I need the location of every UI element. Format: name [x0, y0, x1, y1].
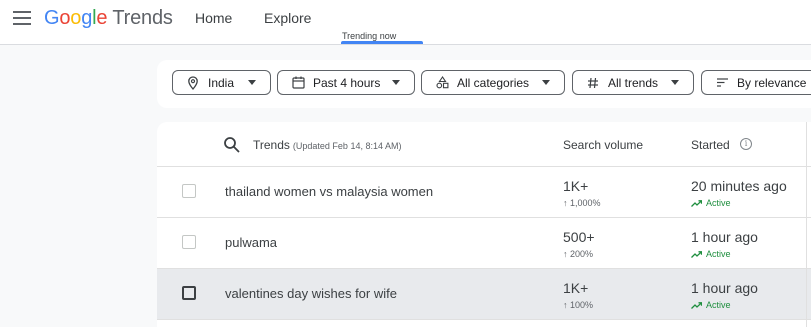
column-header-search-volume[interactable]: Search volume [563, 138, 643, 152]
active-status: Active [691, 300, 731, 310]
trending-up-icon [691, 199, 702, 207]
trending-up-icon [691, 250, 702, 258]
updated-timestamp: (Updated Feb 14, 8:14 AM) [292, 141, 402, 151]
trends-table: Trends (Updated Feb 14, 8:14 AM) Search v… [157, 122, 811, 327]
table-row[interactable]: valentines day wishes for wife 1K+ ↑ 100… [157, 269, 811, 320]
search-icon[interactable] [223, 136, 241, 154]
row-checkbox[interactable] [182, 235, 196, 249]
location-pin-icon [186, 75, 200, 90]
filter-time-range[interactable]: Past 4 hours [277, 70, 415, 95]
table-row[interactable]: thailand women vs malaysia women 1K+ ↑ 1… [157, 167, 811, 218]
categories-icon [435, 76, 449, 90]
chevron-down-icon [248, 80, 256, 85]
sort-icon [715, 76, 729, 90]
started-time: 1 hour ago [691, 280, 758, 296]
sort-by-relevance[interactable]: By relevance [701, 70, 811, 95]
column-header-started[interactable]: Started [691, 138, 730, 152]
trend-name[interactable]: thailand women vs malaysia women [225, 184, 433, 199]
chevron-down-icon [542, 80, 550, 85]
chevron-down-icon [671, 80, 679, 85]
filter-country-label: India [208, 75, 235, 90]
filter-categories-label: All categories [457, 75, 530, 90]
volume-change: ↑ 1,000% [563, 198, 601, 208]
filter-categories[interactable]: All categories [421, 70, 565, 95]
filter-bar: India Past 4 hours All categories All tr… [157, 60, 811, 108]
table-edge-divider [806, 122, 807, 327]
menu-icon[interactable] [13, 11, 31, 25]
trend-name[interactable]: valentines day wishes for wife [225, 286, 397, 301]
trending-up-icon [691, 301, 702, 309]
calendar-icon [291, 76, 305, 90]
trend-name[interactable]: pulwama [225, 235, 277, 250]
sort-by-label: By relevance [737, 75, 807, 90]
search-volume: 500+ [563, 229, 595, 245]
table-row[interactable]: pulwama 500+ ↑ 200% 1 hour ago Active [157, 218, 811, 269]
filter-time-range-label: Past 4 hours [313, 75, 381, 90]
search-volume: 1K+ [563, 178, 589, 194]
volume-change: ↑ 100% [563, 300, 594, 310]
started-time: 1 hour ago [691, 229, 758, 245]
active-tab-indicator [341, 41, 423, 44]
chevron-down-icon [392, 80, 400, 85]
active-status: Active [691, 198, 731, 208]
started-time: 20 minutes ago [691, 178, 787, 194]
filter-trend-type-label: All trends [608, 75, 659, 90]
filter-country[interactable]: India [172, 70, 271, 95]
active-status: Active [691, 249, 731, 259]
search-volume: 1K+ [563, 280, 589, 296]
tab-explore[interactable]: Explore [264, 10, 311, 26]
volume-change: ↑ 200% [563, 249, 594, 259]
row-checkbox[interactable] [182, 184, 196, 198]
tab-home[interactable]: Home [195, 10, 232, 26]
table-header: Trends (Updated Feb 14, 8:14 AM) Search v… [157, 122, 811, 167]
info-icon[interactable]: i [740, 138, 752, 150]
filter-trend-type[interactable]: All trends [572, 70, 694, 95]
row-checkbox[interactable] [182, 286, 196, 300]
column-header-trends: Trends (Updated Feb 14, 8:14 AM) [253, 138, 402, 152]
top-app-bar: Google Trends Home Explore Trending now [0, 0, 811, 45]
hashtag-icon [586, 76, 600, 90]
google-trends-logo[interactable]: Google Trends [44, 7, 173, 30]
tab-trending-now[interactable]: Trending now [342, 31, 396, 41]
